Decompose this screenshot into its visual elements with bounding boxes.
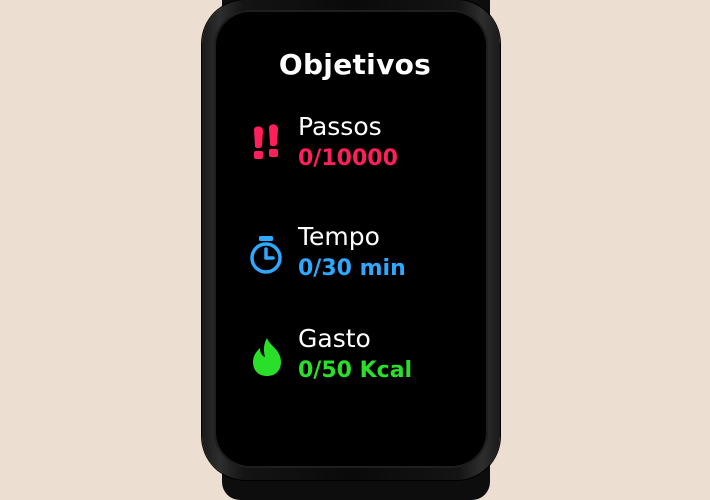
goal-steps[interactable]: Passos 0/10000 [248, 112, 472, 182]
goal-steps-label: Passos [298, 112, 382, 141]
footprints-icon [248, 122, 288, 166]
goal-calories-value: 0/50 Kcal [298, 358, 413, 383]
watch-screen: Objetivos Passos 0/10000 Tempo 0/30 min … [238, 22, 472, 452]
goal-time-label: Tempo [298, 222, 380, 251]
goal-time-value: 0/30 min [298, 256, 406, 281]
page-title: Objetivos [278, 48, 432, 81]
goal-time[interactable]: Tempo 0/30 min [248, 222, 472, 292]
goal-steps-value: 0/10000 [298, 146, 398, 171]
flame-icon [248, 334, 288, 378]
goal-calories[interactable]: Gasto 0/50 Kcal [248, 324, 472, 394]
goal-calories-label: Gasto [298, 324, 371, 353]
stopwatch-icon [248, 232, 288, 276]
